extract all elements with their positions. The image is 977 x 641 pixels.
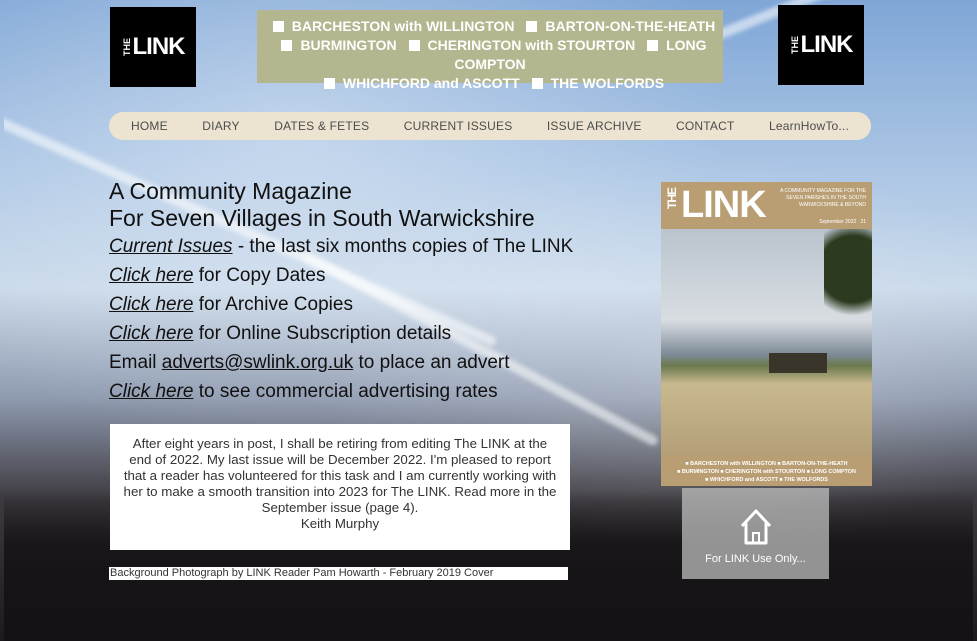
square-bullet-icon (647, 40, 659, 51)
cover-the: THE (665, 188, 679, 209)
email-link[interactable]: adverts@swlink.org.uk (162, 352, 353, 373)
home-icon (740, 509, 772, 545)
headline-title: A Community Magazine (109, 178, 352, 204)
nav-diary[interactable]: DIARY (202, 119, 239, 133)
logo-the: THE (121, 38, 132, 56)
copy-dates-line: Click here for Copy Dates (109, 261, 649, 290)
village-name: BARCHESTON with WILLINGTON (291, 18, 515, 34)
copy-dates-link[interactable]: Click here (109, 265, 193, 286)
main-content: A Community Magazine For Seven Villages … (109, 178, 649, 406)
village-name: THE WOLFORDS (550, 75, 665, 91)
current-issues-line: Current Issues - the last six months cop… (109, 232, 649, 261)
advertising-text: to see commercial advertising rates (193, 381, 498, 402)
site-logo-right[interactable]: THE LINK (778, 5, 864, 85)
village-name: CHERINGTON with STOURTON (427, 37, 636, 53)
email-line: Email adverts@swlink.org.uk to place an … (109, 348, 649, 377)
for-link-use-button[interactable]: For LINK Use Only... (682, 488, 829, 579)
nav-contact[interactable]: CONTACT (676, 119, 735, 133)
archive-text: for Archive Copies (193, 294, 353, 315)
main-nav: HOME DIARY DATES & FETES CURRENT ISSUES … (109, 112, 871, 140)
cover-footer-line: ■ BURMINGTON ■ CHERINGTON with STOURTON … (677, 469, 856, 475)
village-name: BURMINGTON (300, 37, 397, 53)
cover-tagline: A COMMUNITY MAGAZINE FOR THE SEVEN PARIS… (780, 188, 866, 208)
cover-number: 21 (860, 219, 866, 225)
village-name: BARTON-ON-THE-HEATH (545, 18, 716, 34)
advertising-link[interactable]: Click here (109, 381, 193, 402)
cover-footer-line: ■ WHICHFORD and ASCOTT ■ THE WOLFORDS (705, 477, 828, 483)
cover-link: LINK (681, 184, 767, 226)
photo-credit: Background Photograph by LINK Reader Pam… (109, 567, 568, 580)
for-link-label: For LINK Use Only... (705, 553, 806, 565)
email-suffix: to place an advert (353, 352, 510, 373)
notice-signature: Keith Murphy (300, 516, 380, 531)
notice-text: After eight years in post, I shall be re… (123, 436, 557, 515)
magazine-cover[interactable]: THELINK A COMMUNITY MAGAZINE FOR THE SEV… (661, 182, 872, 486)
logo-the: THE (789, 36, 800, 54)
subscription-line: Click here for Online Subscription detai… (109, 319, 649, 348)
archive-line: Click here for Archive Copies (109, 290, 649, 319)
nav-current-issues[interactable]: CURRENT ISSUES (404, 119, 513, 133)
email-prefix: Email (109, 352, 162, 373)
square-bullet-icon (281, 40, 293, 51)
villages-banner: BARCHESTON with WILLINGTON BARTON-ON-THE… (257, 10, 723, 91)
cover-footer: ■ BARCHESTON with WILLINGTON ■ BARTON-ON… (661, 456, 872, 486)
nav-issue-archive[interactable]: ISSUE ARCHIVE (547, 119, 642, 133)
nav-learn-how-to[interactable]: LearnHowTo... (769, 119, 849, 133)
logo-link: LINK (132, 33, 186, 60)
subscription-text: for Online Subscription details (193, 323, 452, 344)
cover-masthead: THELINK A COMMUNITY MAGAZINE FOR THE SEV… (661, 182, 872, 229)
cover-tree (824, 229, 872, 329)
cover-date: September 2022 21 (819, 219, 866, 225)
square-bullet-icon (323, 78, 335, 89)
current-issues-link[interactable]: Current Issues (109, 236, 233, 257)
headline-subtitle: For Seven Villages in South Warwickshire (109, 205, 535, 231)
current-issues-text: - the last six months copies of The LINK (232, 236, 574, 257)
square-bullet-icon (408, 40, 420, 51)
square-bullet-icon (272, 21, 284, 32)
subscription-link[interactable]: Click here (109, 323, 193, 344)
nav-dates-fetes[interactable]: DATES & FETES (274, 119, 369, 133)
nav-home[interactable]: HOME (131, 119, 168, 133)
logo-link: LINK (800, 31, 854, 58)
advertising-line: Click here to see commercial advertising… (109, 377, 649, 406)
cover-footer-line: ■ BARCHESTON with WILLINGTON ■ BARTON-ON… (685, 461, 848, 467)
village-name: WHICHFORD and ASCOTT (342, 75, 520, 91)
editor-notice: After eight years in post, I shall be re… (110, 424, 570, 550)
cover-harvester (769, 353, 827, 373)
copy-dates-text: for Copy Dates (193, 265, 326, 286)
square-bullet-icon (531, 78, 543, 89)
archive-link[interactable]: Click here (109, 294, 193, 315)
square-bullet-icon (526, 21, 538, 32)
site-logo-left[interactable]: THE LINK (110, 7, 196, 87)
cover-date-text: September 2022 (819, 219, 857, 225)
